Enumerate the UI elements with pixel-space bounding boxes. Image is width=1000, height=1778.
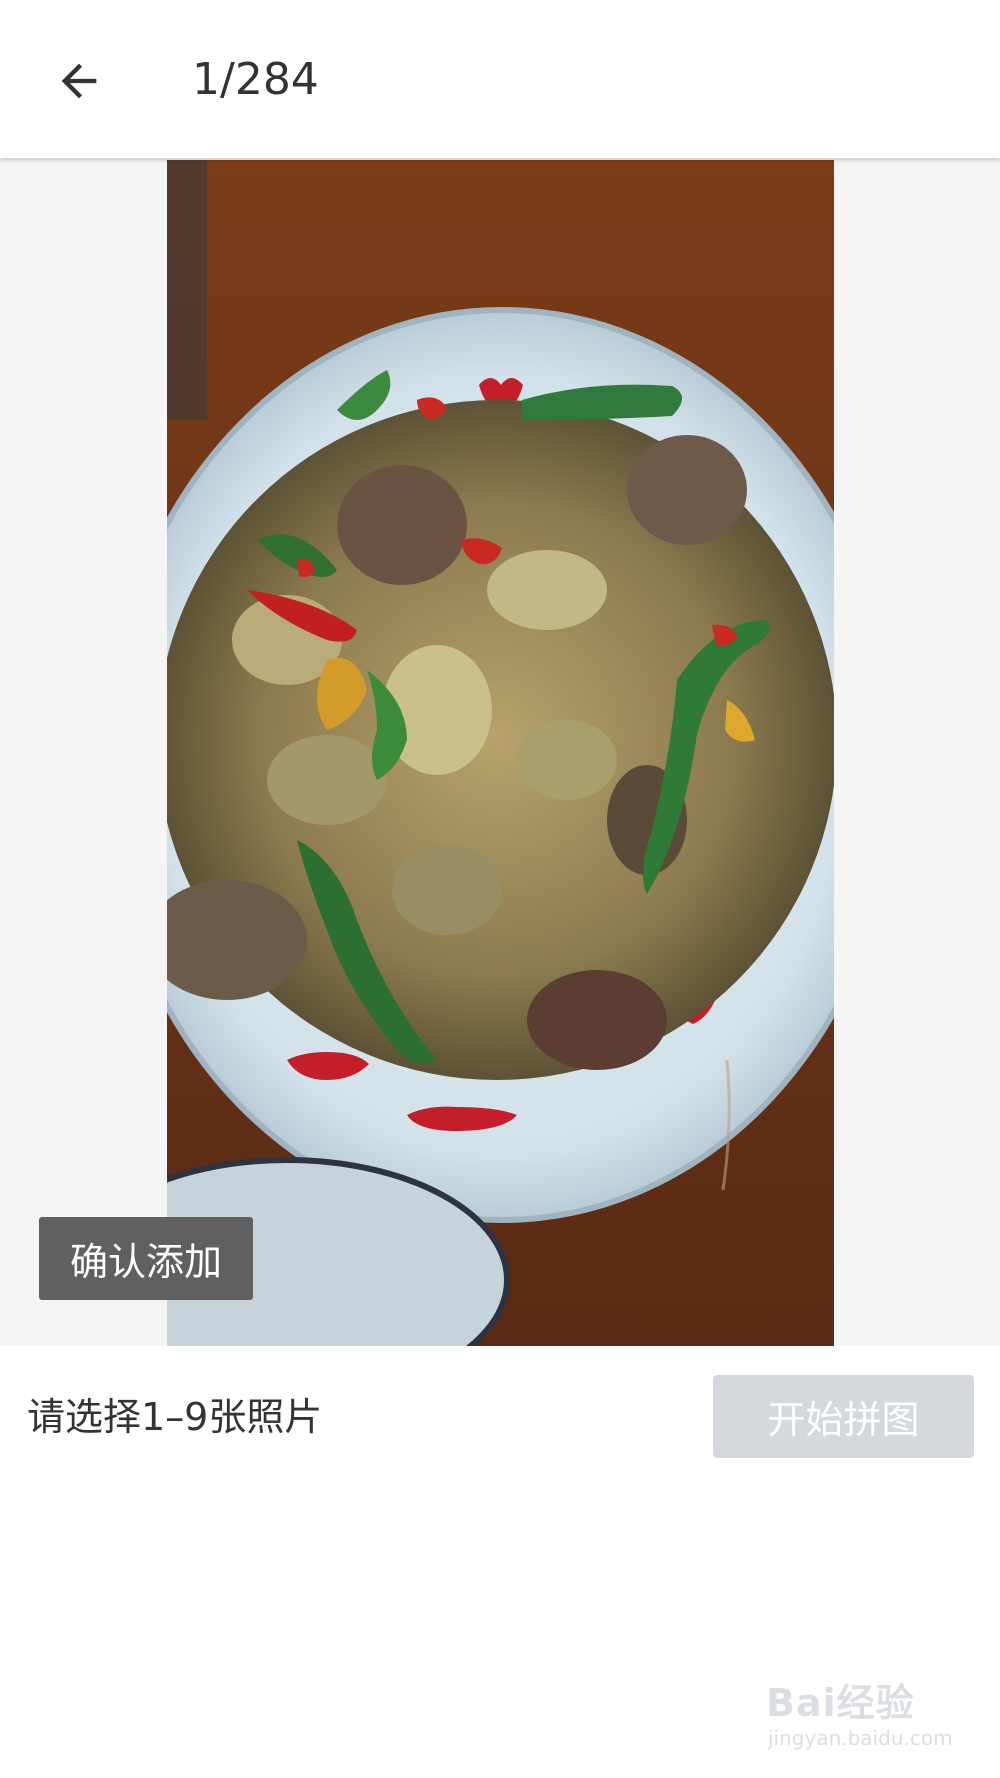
baidu-jingyan-watermark: Bai经验 jingyan.baidu.com	[766, 1672, 956, 1758]
photo-preview-area: 确认添加	[0, 158, 1000, 1346]
watermark-url: jingyan.baidu.com	[768, 1726, 953, 1750]
back-button[interactable]	[40, 42, 118, 120]
start-collage-button[interactable]: 开始拼图	[713, 1375, 974, 1458]
confirm-add-button[interactable]: 确认添加	[39, 1217, 253, 1300]
arrow-left-icon	[61, 63, 97, 99]
stir-fried-dish-photo[interactable]	[167, 160, 834, 1346]
food-photo-image	[167, 160, 834, 1346]
selection-hint: 请选择1–9张照片	[27, 1395, 323, 1439]
photo-counter: 1/284	[192, 54, 319, 105]
top-app-bar: 1/284	[0, 0, 1000, 158]
watermark-logo: Bai经验	[766, 1681, 915, 1725]
